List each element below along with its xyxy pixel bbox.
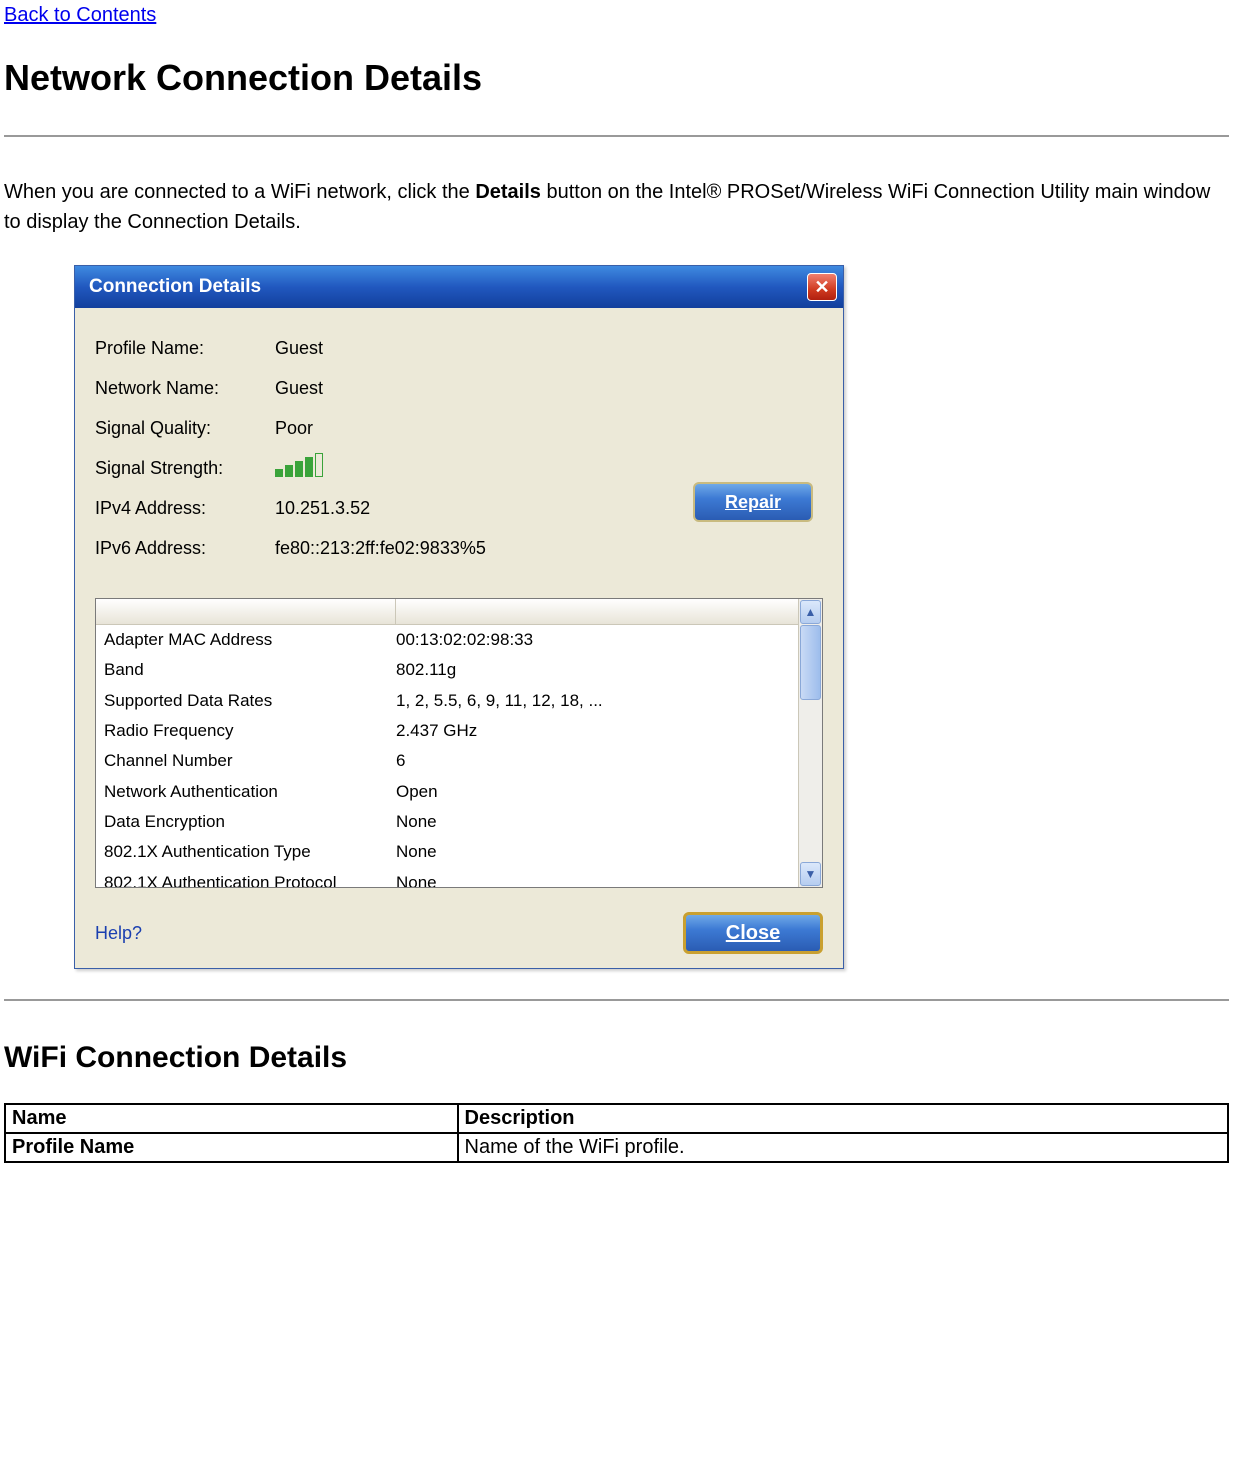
dialog-titlebar: Connection Details ✕ (75, 266, 843, 308)
list-item[interactable]: Supported Data Rates1, 2, 5.5, 6, 9, 11,… (96, 686, 798, 716)
list-item-value: 1, 2, 5.5, 6, 9, 11, 12, 18, ... (396, 688, 603, 714)
scrollbar[interactable]: ▲ ▼ (798, 599, 822, 887)
list-item-value: Open (396, 779, 438, 805)
table-cell-name: Profile Name (5, 1133, 458, 1162)
field-signal-quality: Signal Quality: Poor (95, 408, 823, 448)
intro-paragraph: When you are connected to a WiFi network… (4, 177, 1229, 237)
list-item-value: 2.437 GHz (396, 718, 477, 744)
list-item-name: Channel Number (104, 748, 396, 774)
field-profile-name: Profile Name: Guest (95, 328, 823, 368)
list-item-name: Data Encryption (104, 809, 396, 835)
field-ipv6: IPv6 Address: fe80::213:2ff:fe02:9833%5 (95, 528, 823, 568)
list-item-value: None (396, 870, 437, 887)
list-item[interactable]: Network AuthenticationOpen (96, 777, 798, 807)
list-item[interactable]: Band802.11g (96, 655, 798, 685)
list-item-value: None (396, 809, 437, 835)
chevron-up-icon: ▲ (805, 605, 817, 619)
titlebar-close-button[interactable]: ✕ (807, 273, 837, 301)
profile-name-label: Profile Name: (95, 338, 275, 359)
table-header-desc: Description (458, 1104, 1229, 1133)
scroll-track[interactable] (799, 625, 822, 861)
network-name-value: Guest (275, 378, 823, 399)
list-item-name: 802.1X Authentication Type (104, 839, 396, 865)
list-item-name: Band (104, 657, 396, 683)
list-item-name: Supported Data Rates (104, 688, 396, 714)
chevron-down-icon: ▼ (805, 867, 817, 881)
intro-bold: Details (475, 181, 541, 203)
list-item[interactable]: Adapter MAC Address00:13:02:02:98:33 (96, 625, 798, 655)
list-item-value: 802.11g (396, 657, 456, 683)
back-to-contents-link[interactable]: Back to Contents (4, 4, 156, 26)
details-list: Adapter MAC Address00:13:02:02:98:33 Ban… (95, 598, 823, 888)
signal-quality-value: Poor (275, 418, 823, 439)
ipv6-label: IPv6 Address: (95, 538, 275, 559)
list-item-value: 6 (396, 748, 405, 774)
list-item-value: None (396, 839, 437, 865)
scroll-thumb[interactable] (800, 625, 821, 700)
intro-text-prefix: When you are connected to a WiFi network… (4, 181, 475, 203)
scroll-down-button[interactable]: ▼ (800, 862, 821, 886)
table-row: Profile Name Name of the WiFi profile. (5, 1133, 1228, 1162)
table-header-row: Name Description (5, 1104, 1228, 1133)
close-button[interactable]: Close (683, 912, 823, 954)
table-cell-desc: Name of the WiFi profile. (458, 1133, 1229, 1162)
page-title: Network Connection Details (4, 57, 1229, 99)
network-name-label: Network Name: (95, 378, 275, 399)
signal-bars-icon (275, 455, 323, 477)
ipv6-value: fe80::213:2ff:fe02:9833%5 (275, 538, 823, 559)
list-item[interactable]: 802.1X Authentication TypeNone (96, 837, 798, 867)
connection-details-dialog: Connection Details ✕ Profile Name: Guest… (74, 265, 844, 969)
repair-button[interactable]: Repair (693, 482, 813, 522)
list-item[interactable]: Data EncryptionNone (96, 807, 798, 837)
list-item-name: Adapter MAC Address (104, 627, 396, 653)
close-icon: ✕ (814, 277, 829, 298)
description-table: Name Description Profile Name Name of th… (4, 1103, 1229, 1163)
signal-strength-label: Signal Strength: (95, 458, 275, 479)
dialog-title: Connection Details (89, 276, 261, 298)
list-item[interactable]: Channel Number6 (96, 746, 798, 776)
list-item[interactable]: Radio Frequency2.437 GHz (96, 716, 798, 746)
dialog-bottom-row: Help? Close (95, 912, 823, 954)
help-link[interactable]: Help? (95, 923, 142, 944)
divider (4, 135, 1229, 137)
signal-quality-label: Signal Quality: (95, 418, 275, 439)
scroll-up-button[interactable]: ▲ (800, 600, 821, 624)
list-item[interactable]: 802.1X Authentication ProtocolNone (96, 868, 798, 887)
ipv4-label: IPv4 Address: (95, 498, 275, 519)
list-item-name: 802.1X Authentication Protocol (104, 870, 396, 887)
list-header (96, 599, 798, 625)
divider (4, 999, 1229, 1001)
dialog-body: Profile Name: Guest Network Name: Guest … (75, 308, 843, 968)
list-item-value: 00:13:02:02:98:33 (396, 627, 533, 653)
list-item-name: Radio Frequency (104, 718, 396, 744)
table-header-name: Name (5, 1104, 458, 1133)
section-title: WiFi Connection Details (4, 1041, 1229, 1075)
profile-name-value: Guest (275, 338, 823, 359)
field-network-name: Network Name: Guest (95, 368, 823, 408)
signal-strength-value (275, 455, 823, 482)
list-item-name: Network Authentication (104, 779, 396, 805)
field-ipv4: IPv4 Address: 10.251.3.52 Repair (95, 488, 823, 528)
